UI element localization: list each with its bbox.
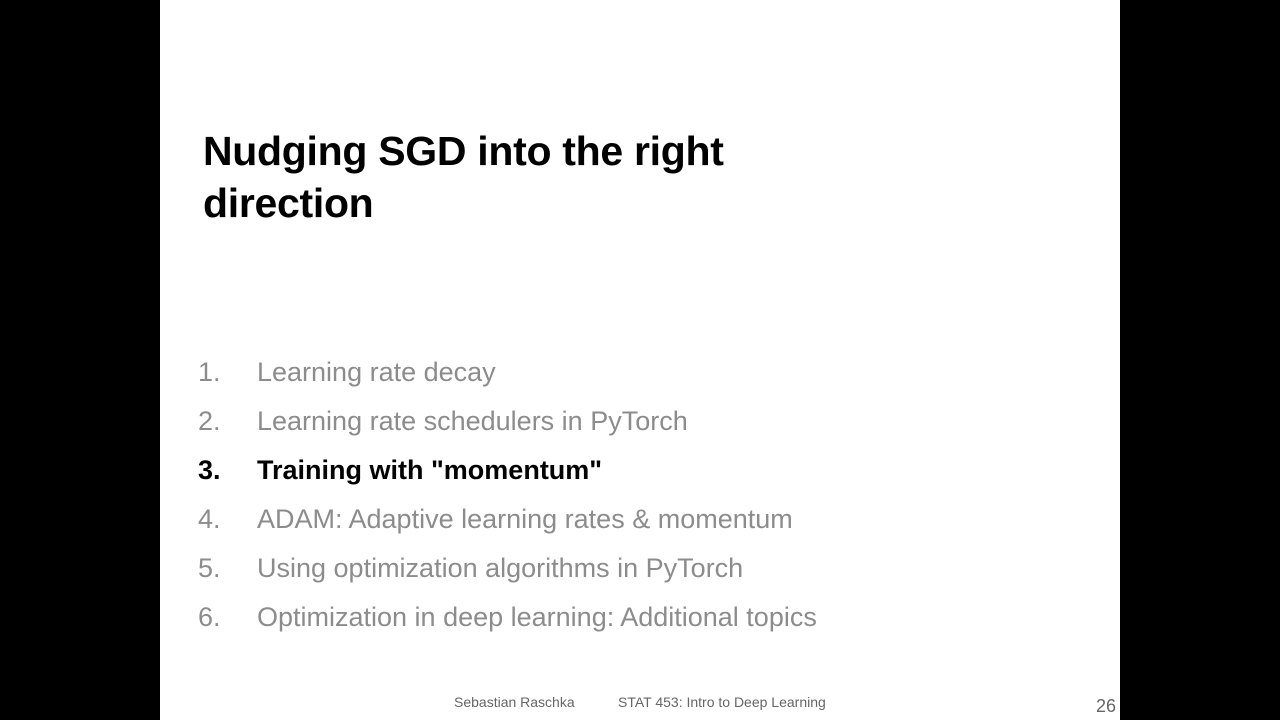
- page-number: 26: [1095, 696, 1116, 716]
- slide-title-line-1: Nudging SGD into the right: [203, 128, 724, 174]
- agenda-item-2: 2. Learning rate schedulers in PyTorch: [198, 397, 817, 446]
- slide-title-line-2: direction: [203, 180, 374, 226]
- agenda-item-1: 1. Learning rate decay: [198, 348, 817, 397]
- slide-title: Nudging SGD into the right direction: [203, 125, 843, 229]
- agenda-item-5: 5. Using optimization algorithms in PyTor…: [198, 544, 817, 593]
- agenda-list: 1. Learning rate decay 2. Learning rate sc…: [198, 348, 817, 642]
- footer-author: Sebastian Raschka: [454, 694, 575, 710]
- agenda-item-text: Training with "momentum": [257, 455, 603, 485]
- slide: Nudging SGD into the right direction 1. L…: [160, 0, 1120, 720]
- agenda-item-number: 6.: [198, 602, 221, 632]
- agenda-item-3-current: 3. Training with "momentum": [198, 446, 817, 495]
- agenda-item-4: 4. ADAM: Adaptive learning rates & moment…: [198, 495, 817, 544]
- agenda-item-text: Optimization in deep learning: Additiona…: [257, 602, 817, 632]
- presentation-viewer: Nudging SGD into the right direction 1. L…: [0, 0, 1280, 720]
- agenda-item-text: ADAM: Adaptive learning rates & momentum: [257, 504, 793, 534]
- agenda-item-text: Learning rate decay: [257, 357, 496, 387]
- agenda-item-number: 4.: [198, 504, 221, 534]
- agenda-item-number: 3.: [198, 455, 221, 485]
- agenda-item-number: 1.: [198, 357, 221, 387]
- agenda-item-6: 6. Optimization in deep learning: Additio…: [198, 593, 817, 642]
- footer-course: STAT 453: Intro to Deep Learning: [618, 694, 826, 710]
- agenda-item-number: 2.: [198, 406, 221, 436]
- agenda-item-number: 5.: [198, 553, 221, 583]
- agenda-item-text: Learning rate schedulers in PyTorch: [257, 406, 688, 436]
- agenda-item-text: Using optimization algorithms in PyTorch: [257, 553, 744, 583]
